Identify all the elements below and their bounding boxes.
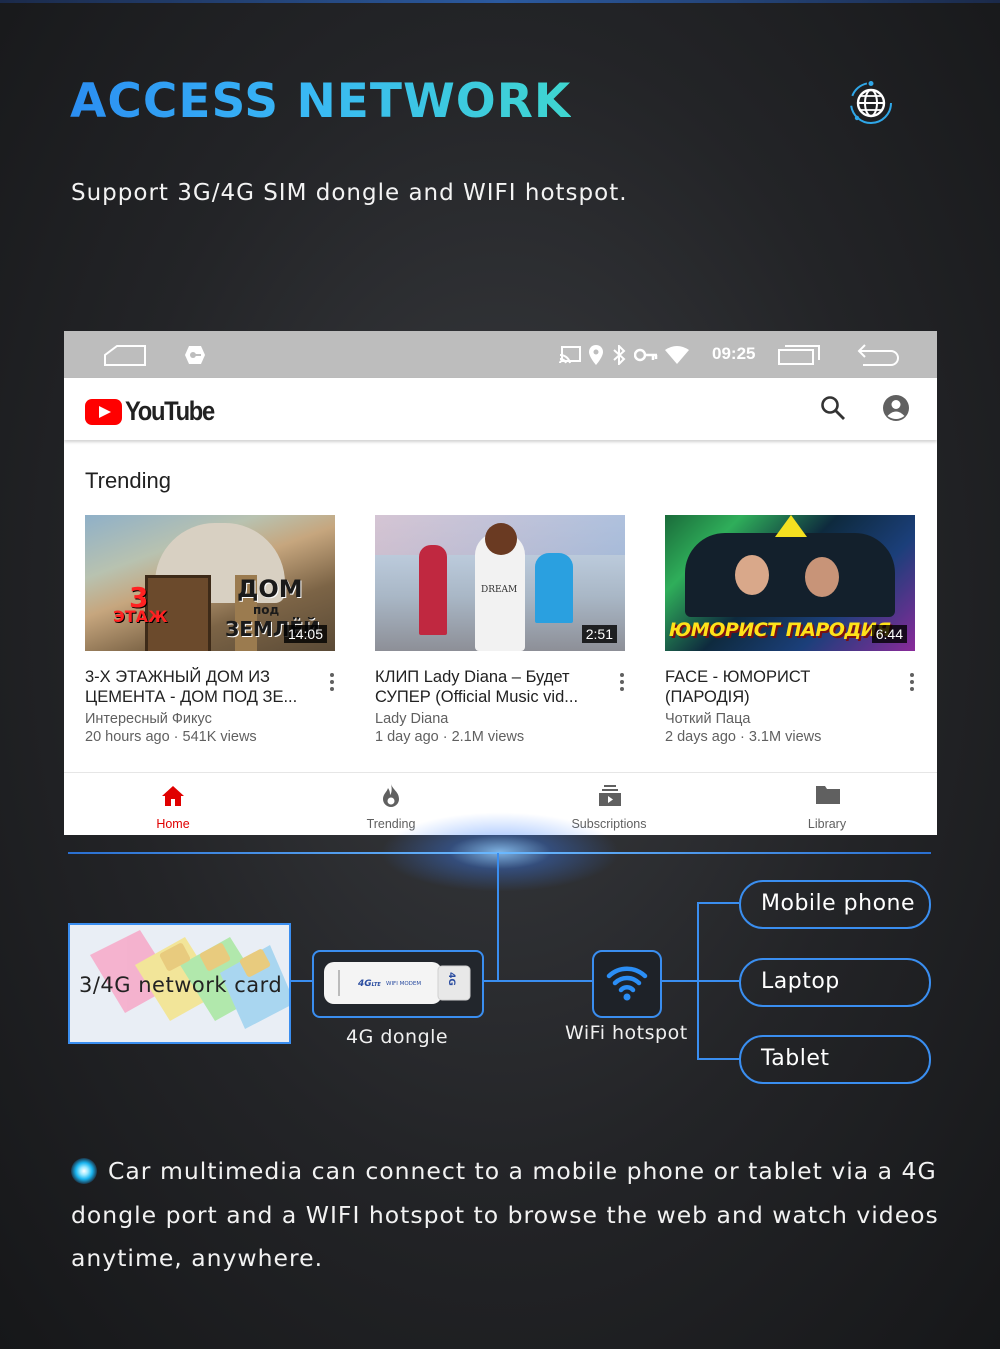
video-meta: 20 hours ago · 541K views: [85, 729, 257, 745]
video-card[interactable]: DREAM 2:51 КЛИП Lady Diana – Будет СУПЕР…: [375, 515, 625, 745]
page-subtitle: Support 3G/4G SIM dongle and WIFI hotspo…: [71, 180, 628, 206]
video-channel[interactable]: Интересный Фикус: [85, 711, 212, 727]
connector-line: [697, 902, 739, 904]
thumbnail-text: ЮМОРИСТ ПАРОДИЯ: [669, 619, 891, 641]
connector-line: [658, 980, 698, 982]
youtube-app-bar: YouTube: [64, 378, 937, 440]
video-channel[interactable]: Lady Diana: [375, 711, 448, 727]
video-card[interactable]: 3 ЭТАЖ ДОМ под ЗЕМЛЁЙ 14:05 3-Х ЭТАЖНЫЙ …: [85, 515, 335, 745]
dongle-print-text: WIFI MODEM: [386, 981, 422, 987]
nav-label-library: Library: [807, 817, 847, 831]
thumbnail-text: ЭТАЖ: [113, 607, 168, 626]
library-folder-icon: [816, 786, 840, 804]
video-meta: 1 day ago · 2.1M views: [375, 729, 525, 745]
wifi-hotspot-label: WiFi hotspot: [565, 1022, 688, 1044]
home-icon: [162, 786, 184, 806]
car-key-icon[interactable]: [182, 331, 208, 378]
video-duration: 6:44: [871, 625, 907, 643]
youtube-logo[interactable]: YouTube: [85, 396, 226, 427]
connector-line: [480, 980, 592, 982]
dongle-print-text: 4GLTE: [358, 979, 381, 989]
wifi-icon: [664, 331, 690, 378]
dongle-box: 4GLTE WIFI MODEM 4G: [312, 950, 484, 1018]
device-laptop: Laptop: [739, 958, 931, 1007]
video-card[interactable]: ЮМОРИСТ ПАРОДИЯ 6:44 FACE - ЮМОРИСТ (ПАР…: [665, 515, 915, 745]
head-unit-screen: 09:25 YouTube Trending 3 ЭТАЖ ДОМ под ЗЕ…: [64, 331, 937, 835]
recent-apps-icon[interactable]: [776, 331, 822, 378]
youtube-play-icon: [85, 398, 122, 425]
nav-label-home: Home: [156, 817, 190, 831]
globe-network-icon: [850, 81, 892, 124]
cast-icon: [558, 331, 582, 378]
nav-item-home[interactable]: Home: [64, 773, 282, 835]
description-text: Car multimedia can connect to a mobile p…: [71, 1157, 939, 1272]
video-thumbnail[interactable]: 3 ЭТАЖ ДОМ под ЗЕМЛЁЙ 14:05: [85, 515, 335, 651]
more-vert-icon[interactable]: [619, 673, 625, 695]
video-duration: 14:05: [283, 625, 327, 643]
video-duration: 2:51: [581, 625, 617, 643]
connector-line: [497, 853, 499, 981]
video-title[interactable]: КЛИП Lady Diana – Будет СУПЕР (Official …: [375, 667, 603, 707]
more-vert-icon[interactable]: [329, 673, 335, 695]
dongle-print-text: 4G: [445, 972, 456, 986]
more-vert-icon[interactable]: [909, 673, 915, 695]
video-title[interactable]: 3-Х ЭТАЖНЫЙ ДОМ ИЗ ЦЕМЕНТА - ДОМ ПОД ЗЕ.…: [85, 667, 313, 707]
search-icon[interactable]: [820, 395, 846, 421]
thumbnail-text: под: [253, 603, 280, 617]
video-thumbnail[interactable]: DREAM 2:51: [375, 515, 625, 651]
top-accent-line: [0, 0, 1000, 3]
back-icon[interactable]: [856, 331, 900, 378]
youtube-wordmark: YouTube: [125, 396, 215, 426]
video-channel[interactable]: Чоткий Паца: [665, 711, 750, 727]
section-title-trending: Trending: [85, 468, 172, 493]
divider-line: [68, 852, 931, 854]
page-title: ACCESS NETWORK: [70, 74, 572, 129]
wifi-hotspot-box: [592, 950, 662, 1018]
account-icon[interactable]: [882, 394, 910, 422]
video-thumbnail[interactable]: ЮМОРИСТ ПАРОДИЯ 6:44: [665, 515, 915, 651]
wifi-icon: [606, 966, 648, 1001]
connector-line: [697, 1058, 739, 1060]
device-label: Mobile phone: [761, 891, 916, 916]
bluetooth-icon: [610, 331, 628, 378]
video-meta: 2 days ago · 3.1M views: [665, 729, 822, 745]
thumbnail-text: ДОМ: [237, 575, 303, 603]
video-title[interactable]: FACE - ЮМОРИСТ (ПАРОДІЯ): [665, 667, 893, 707]
device-label: Tablet: [761, 1046, 830, 1071]
connector-line: [697, 980, 739, 982]
home-outline-icon[interactable]: [102, 331, 148, 378]
device-mobile-phone: Mobile phone: [739, 880, 931, 929]
nav-item-library[interactable]: Library: [718, 773, 936, 835]
device-tablet: Tablet: [739, 1035, 931, 1084]
subscriptions-icon: [599, 785, 621, 806]
dongle-label: 4G dongle: [346, 1026, 449, 1048]
location-icon: [587, 331, 605, 378]
sim-card-box: 3/4G network card: [68, 923, 291, 1044]
device-label: Laptop: [761, 969, 840, 994]
thumbnail-text: DREAM: [481, 585, 518, 595]
trending-flame-icon: [383, 784, 399, 807]
key-icon: [633, 331, 659, 378]
android-status-bar: 09:25: [64, 331, 937, 378]
status-clock: 09:25: [712, 344, 756, 363]
sim-card-label: 3/4G network card: [79, 973, 283, 997]
